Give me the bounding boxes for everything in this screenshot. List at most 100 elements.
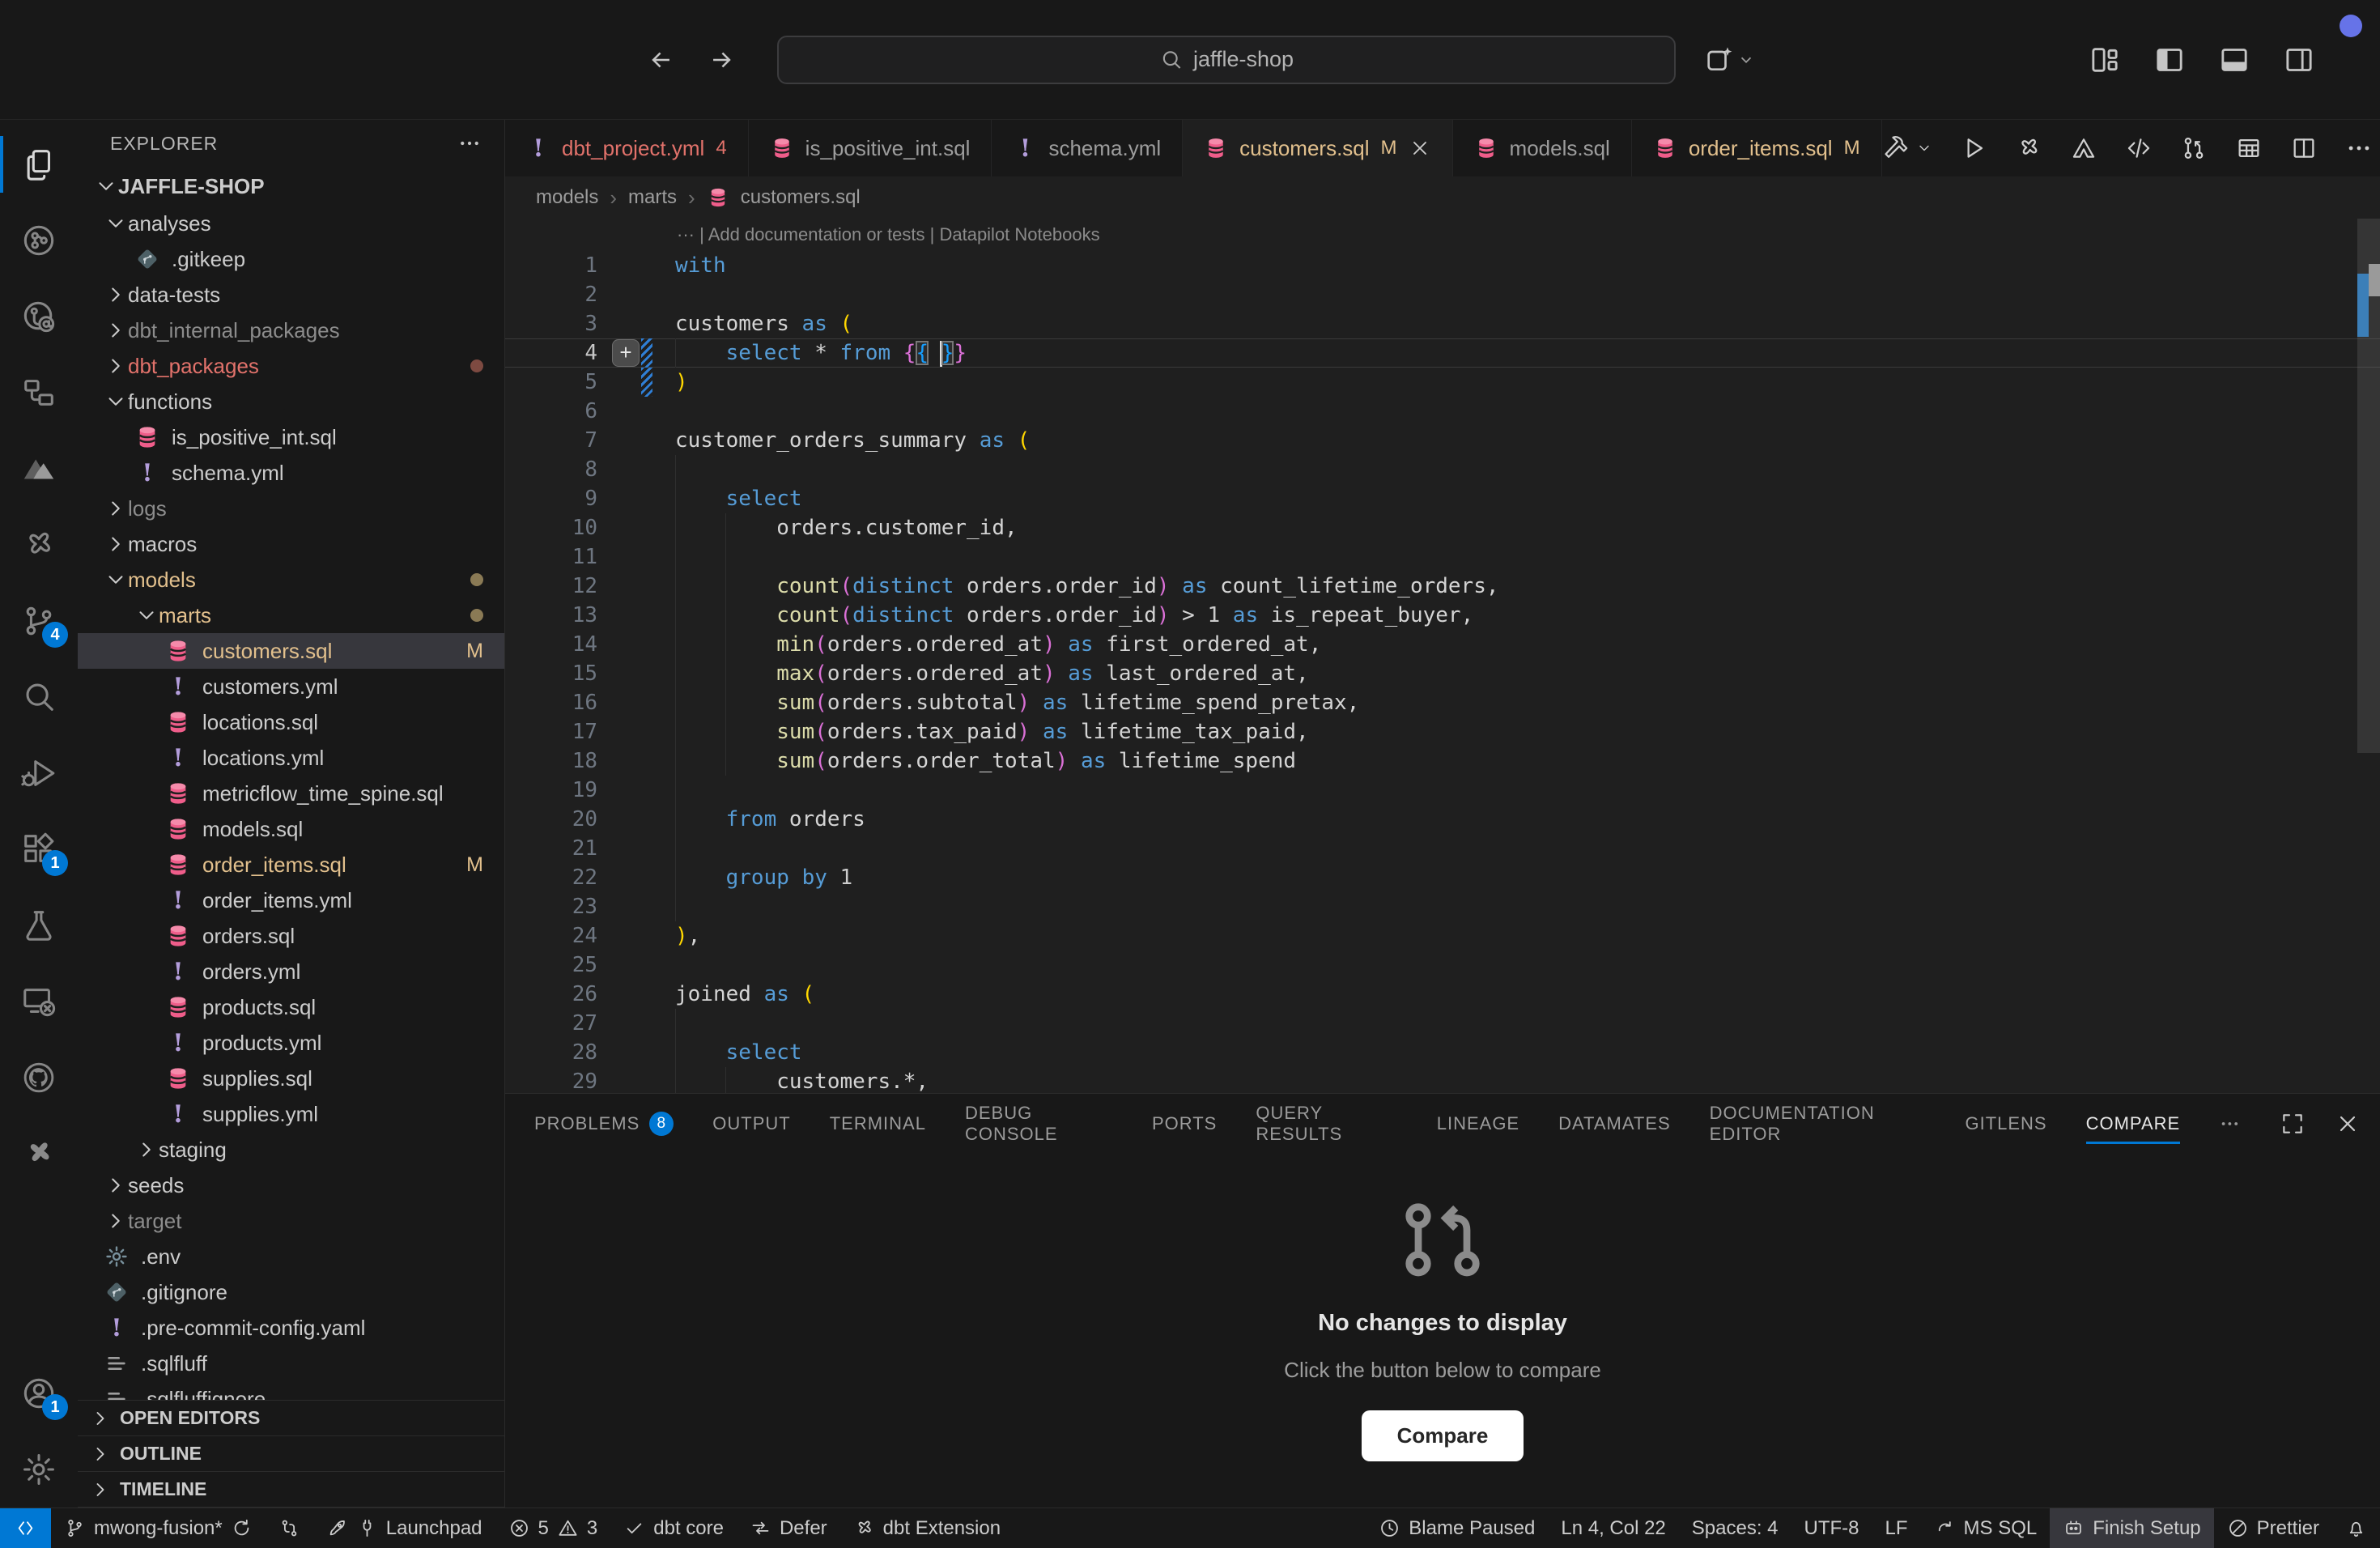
panel-tab-ports[interactable]: PORTS [1152,1094,1217,1154]
editor-action-dbt-x-icon[interactable] [2015,134,2042,162]
panel-tab-lineage[interactable]: LINEAGE [1437,1094,1519,1154]
editor-action-split-icon[interactable] [2290,134,2318,162]
tree-item-dbt-internal-packages[interactable]: dbt_internal_packages [78,313,504,348]
tree-item-data-tests[interactable]: data-tests [78,277,504,313]
tree-item-macros[interactable]: macros [78,526,504,562]
status-language-mode[interactable]: MS SQL [1921,1508,2051,1548]
status-git-compare-status[interactable] [266,1508,313,1548]
activity-account-icon[interactable]: 1 [0,1355,78,1431]
activity-dbt-x-outline-icon[interactable] [0,507,78,583]
tree-item-order-items-yml[interactable]: !order_items.yml [78,882,504,918]
tree-item-is-positive-int-sql[interactable]: is_positive_int.sql [78,419,504,455]
code-line-2[interactable]: 2 [505,280,2380,309]
command-center-search[interactable]: jaffle-shop [777,36,1676,84]
tree-item--gitkeep[interactable]: .gitkeep [78,241,504,277]
tab-dbt-project-yml[interactable]: !dbt_project.yml4 [505,120,749,176]
close-panel-icon[interactable] [2335,1111,2361,1137]
code-line-13[interactable]: 13 count(distinct orders.order_id) > 1 a… [505,601,2380,630]
activity-explorer-icon[interactable] [0,126,78,202]
activity-flowchart-icon[interactable] [0,355,78,431]
code-line-17[interactable]: 17 sum(orders.tax_paid) as lifetime_tax_… [505,717,2380,746]
tree-item-marts[interactable]: marts [78,598,504,633]
tree-item-functions[interactable]: functions [78,384,504,419]
codelens-links[interactable]: ··· | Add documentation or tests | Datap… [677,219,2380,251]
code-line-11[interactable]: 11 [505,542,2380,572]
tree-item--pre-commit-config-yaml[interactable]: !.pre-commit-config.yaml [78,1310,504,1346]
breadcrumb-segment[interactable]: marts [628,186,677,209]
status-finish-setup[interactable]: Finish Setup [2050,1508,2213,1548]
code-line-12[interactable]: 12 count(distinct orders.order_id) as co… [505,572,2380,601]
tree-item-models[interactable]: models [78,562,504,598]
status-remote-indicator[interactable] [0,1508,51,1548]
code-line-9[interactable]: 9 select [505,484,2380,513]
tree-item-locations-sql[interactable]: locations.sql [78,704,504,740]
editor-action-code-icon[interactable] [2125,134,2153,162]
compare-button[interactable]: Compare [1362,1410,1524,1461]
sidebar-section-open-editors[interactable]: OPEN EDITORS [78,1401,504,1436]
copilot-menu[interactable] [1703,44,1755,76]
code-line-8[interactable]: 8 [505,455,2380,484]
panel-tab-terminal[interactable]: TERMINAL [830,1094,926,1154]
code-line-24[interactable]: 24), [505,921,2380,950]
breadcrumb-segment[interactable]: models [536,186,598,209]
toggle-sidebar-icon[interactable] [2153,44,2186,76]
more-actions-icon[interactable] [457,131,482,155]
status-problems-status[interactable]: 53 [495,1508,611,1548]
activity-remote-explorer-icon[interactable] [0,963,78,1040]
activity-dbt-x-filled-icon[interactable] [0,1116,78,1192]
tab-customers-sql[interactable]: customers.sqlM [1183,120,1452,176]
activity-beaker-icon[interactable] [0,887,78,963]
tree-item-analyses[interactable]: analyses [78,206,504,241]
toggle-secondary-sidebar-icon[interactable] [2283,44,2315,76]
tree-item-locations-yml[interactable]: !locations.yml [78,740,504,776]
activity-source-control-icon[interactable]: 4 [0,583,78,659]
tree-item-logs[interactable]: logs [78,491,504,526]
code-line-4[interactable]: 4+ select * from {{ }} [505,338,2380,368]
code-line-28[interactable]: 28 select [505,1038,2380,1067]
tree-item-schema-yml[interactable]: !schema.yml [78,455,504,491]
tree-root[interactable]: JAFFLE-SHOP [78,167,504,206]
sidebar-section-timeline[interactable]: TIMELINE [78,1472,504,1508]
code-line-22[interactable]: 22 group by 1 [505,863,2380,892]
activity-git-graph-at-icon[interactable] [0,279,78,355]
panel-tab-datamates[interactable]: DATAMATES [1558,1094,1671,1154]
status-prettier-status[interactable]: Prettier [2214,1508,2332,1548]
editor-action-datapilot-icon[interactable] [2070,134,2097,162]
status-blame-status[interactable]: Blame Paused [1366,1508,1548,1548]
tree-item-models-sql[interactable]: models.sql [78,811,504,847]
add-button[interactable]: + [612,339,640,367]
tree-item--env[interactable]: .env [78,1239,504,1274]
status-eol[interactable]: LF [1872,1508,1921,1548]
code-editor[interactable]: ··· | Add documentation or tests | Datap… [505,219,2380,1093]
panel-tab-gitlens[interactable]: GITLENS [1965,1094,2046,1154]
status-notifications[interactable] [2332,1508,2380,1548]
tab-models-sql[interactable]: models.sql [1453,120,1632,176]
code-line-14[interactable]: 14 min(orders.ordered_at) as first_order… [505,630,2380,659]
editor-action-table-icon[interactable] [2235,134,2263,162]
code-line-25[interactable]: 25 [505,950,2380,980]
status-indentation[interactable]: Spaces: 4 [1679,1508,1791,1548]
tree-item--sqlfluffignore[interactable]: .sqlfluffignore [78,1381,504,1400]
activity-extensions-icon[interactable]: 1 [0,811,78,887]
code-line-20[interactable]: 20 from orders [505,805,2380,834]
code-line-6[interactable]: 6 [505,397,2380,426]
breadcrumb-segment[interactable]: customers.sql [741,186,861,209]
editor-action-git-pr-icon[interactable] [2180,134,2208,162]
status-defer-status[interactable]: Defer [737,1508,840,1548]
panel-tab-output[interactable]: OUTPUT [712,1094,790,1154]
tree-item-seeds[interactable]: seeds [78,1167,504,1203]
editor-action-chev-d-sm-icon[interactable] [1916,140,1932,156]
tree-item--sqlfluff[interactable]: .sqlfluff [78,1346,504,1381]
maximize-panel-icon[interactable] [2280,1111,2306,1137]
tab-order-items-sql[interactable]: order_items.sqlM [1632,120,1882,176]
code-line-27[interactable]: 27 [505,1009,2380,1038]
activity-git-graph-circle-icon[interactable] [0,202,78,279]
status-encoding[interactable]: UTF-8 [1791,1508,1872,1548]
editor-action-play-icon[interactable] [1960,134,1987,162]
tree-item-target[interactable]: target [78,1203,504,1239]
code-line-16[interactable]: 16 sum(orders.subtotal) as lifetime_spen… [505,688,2380,717]
tree-item-customers-yml[interactable]: !customers.yml [78,669,504,704]
panel-tab-documentation-editor[interactable]: DOCUMENTATION EDITOR [1710,1094,1927,1154]
editor-action-hammer-icon[interactable] [1882,134,1910,162]
editor-action-dots-icon[interactable] [2345,134,2373,162]
